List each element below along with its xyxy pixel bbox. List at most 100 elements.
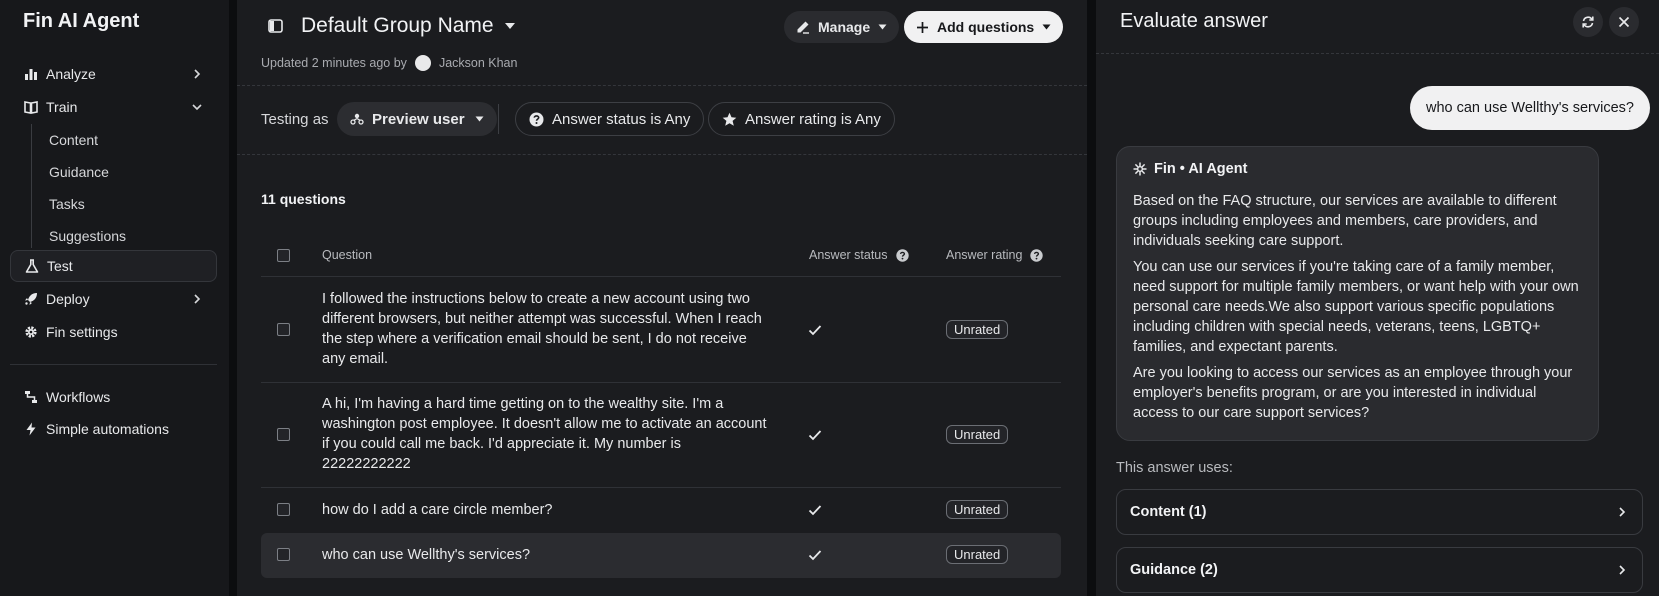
checkmark-icon	[808, 504, 822, 516]
preview-user-label: Preview user	[372, 110, 465, 128]
updated-info: Updated 2 minutes ago by Jackson Khan	[261, 55, 517, 71]
answer-status-filter[interactable]: Answer status is Any	[515, 102, 705, 136]
manage-button[interactable]: Manage	[784, 11, 900, 43]
sidebar-subitem-suggestions[interactable]: Suggestions	[49, 228, 126, 244]
question-text: A hi, I'm having a hard time getting on …	[322, 396, 767, 472]
answer-status-filter-label: Answer status is Any	[552, 110, 691, 128]
answer-rating-filter[interactable]: Answer rating is Any	[708, 102, 895, 136]
agent-answer-card: Fin • AI Agent Based on the FAQ structur…	[1116, 146, 1599, 441]
row-checkbox[interactable]	[277, 428, 290, 441]
panel-divider	[1096, 53, 1659, 54]
sidebar-item-label: Analyze	[46, 66, 96, 82]
plus-icon	[916, 21, 929, 34]
sidebar-item-deploy[interactable]: Deploy	[10, 283, 217, 315]
caret-down-icon	[504, 22, 516, 30]
avatar	[414, 55, 431, 71]
help-icon[interactable]	[895, 248, 909, 262]
refresh-button[interactable]	[1573, 7, 1603, 37]
caret-down-icon	[475, 116, 484, 122]
checkmark-icon	[808, 549, 822, 561]
source-guidance-button[interactable]: Guidance (2)	[1116, 547, 1643, 593]
chevron-down-icon	[191, 101, 203, 113]
table-header-line	[261, 276, 1061, 277]
sidebar-divider	[10, 364, 217, 365]
close-icon	[1618, 16, 1630, 28]
sidebar-item-simple-automations[interactable]: Simple automations	[10, 413, 217, 445]
sidebar-item-train[interactable]: Train	[10, 91, 217, 123]
chevron-right-icon	[191, 293, 203, 305]
sub-nav-rail	[31, 124, 32, 248]
row-checkbox[interactable]	[277, 323, 290, 336]
row-divider	[261, 382, 1061, 383]
rating-badge: Unrated	[946, 545, 1009, 564]
sidebar-item-fin-settings[interactable]: Fin settings	[10, 316, 217, 348]
sidebar-item-test[interactable]: Test	[10, 250, 217, 282]
question-text: I followed the instructions below to cre…	[322, 291, 762, 367]
testing-as-label: Testing as	[261, 111, 329, 128]
sidebar-subitem-tasks[interactable]: Tasks	[49, 196, 85, 212]
question-circle-icon	[529, 112, 544, 127]
rocket-icon	[23, 292, 38, 307]
answer-paragraph: You can use our services if you're takin…	[1133, 259, 1579, 355]
sidebar-item-label: Fin settings	[46, 324, 118, 340]
sidebar-toggle-icon[interactable]	[268, 19, 283, 33]
agent-header: Fin • AI Agent	[1133, 161, 1582, 177]
user-group-icon	[350, 113, 364, 126]
flask-icon	[24, 259, 39, 274]
answer-paragraph: Based on the FAQ structure, our services…	[1133, 193, 1557, 249]
sidebar-item-label: Train	[46, 99, 78, 115]
filters-divider	[237, 154, 1087, 155]
bar-chart-icon	[23, 67, 38, 82]
sidebar-item-label: Workflows	[46, 389, 111, 405]
select-all-checkbox[interactable]	[277, 249, 290, 262]
rating-badge: Unrated	[946, 425, 1009, 444]
question-count: 11 questions	[261, 191, 346, 207]
add-questions-button[interactable]: Add questions	[904, 11, 1064, 43]
add-questions-label: Add questions	[937, 19, 1035, 35]
checkmark-icon	[808, 324, 822, 336]
caret-down-icon	[1042, 24, 1051, 30]
caret-down-icon	[878, 24, 887, 30]
sidebar-subitem-guidance[interactable]: Guidance	[49, 164, 109, 180]
source-label: Content (1)	[1130, 504, 1207, 520]
preview-user-dropdown[interactable]: Preview user	[337, 102, 497, 136]
column-header-question: Question	[322, 248, 372, 262]
pencil-icon	[796, 20, 810, 34]
sidebar: Fin AI Agent Analyze Train Content Guida…	[0, 0, 229, 596]
help-icon[interactable]	[1030, 248, 1044, 262]
answer-paragraph: Are you looking to access our services a…	[1133, 365, 1573, 421]
gear-icon	[23, 325, 38, 340]
close-button[interactable]	[1609, 7, 1639, 37]
sidebar-item-workflows[interactable]: Workflows	[10, 381, 217, 413]
row-divider	[261, 487, 1061, 488]
row-checkbox[interactable]	[277, 548, 290, 561]
bolt-icon	[23, 422, 38, 437]
fin-logo-icon	[1133, 162, 1147, 176]
sidebar-item-label: Simple automations	[46, 421, 169, 437]
sidebar-item-analyze[interactable]: Analyze	[10, 58, 217, 90]
updated-by-name: Jackson Khan	[438, 56, 518, 70]
evaluate-answer-panel: Evaluate answer who can use Wellthy's se…	[1096, 0, 1659, 596]
header-divider	[237, 85, 1087, 86]
source-content-button[interactable]: Content (1)	[1116, 489, 1643, 535]
workflow-icon	[23, 390, 38, 405]
column-label: Answer status	[809, 248, 888, 262]
rating-badge: Unrated	[946, 500, 1009, 519]
refresh-icon	[1581, 15, 1595, 29]
app-title: Fin AI Agent	[23, 10, 140, 32]
source-label: Guidance (2)	[1130, 562, 1218, 578]
book-icon	[23, 100, 38, 115]
star-icon	[722, 112, 737, 127]
group-name-dropdown[interactable]: Default Group Name	[301, 14, 516, 38]
sidebar-item-label: Deploy	[46, 291, 90, 307]
filter-separator	[498, 104, 499, 134]
question-text: who can use Wellthy's services?	[322, 547, 531, 563]
agent-name: Fin • AI Agent	[1154, 161, 1248, 177]
manage-label: Manage	[818, 19, 871, 35]
row-checkbox[interactable]	[277, 503, 290, 516]
answer-uses-label: This answer uses:	[1116, 460, 1233, 476]
sidebar-subitem-content[interactable]: Content	[49, 132, 98, 148]
checkmark-icon	[808, 429, 822, 441]
column-header-answer-rating: Answer rating	[946, 248, 1044, 262]
sidebar-item-label: Test	[47, 258, 73, 274]
